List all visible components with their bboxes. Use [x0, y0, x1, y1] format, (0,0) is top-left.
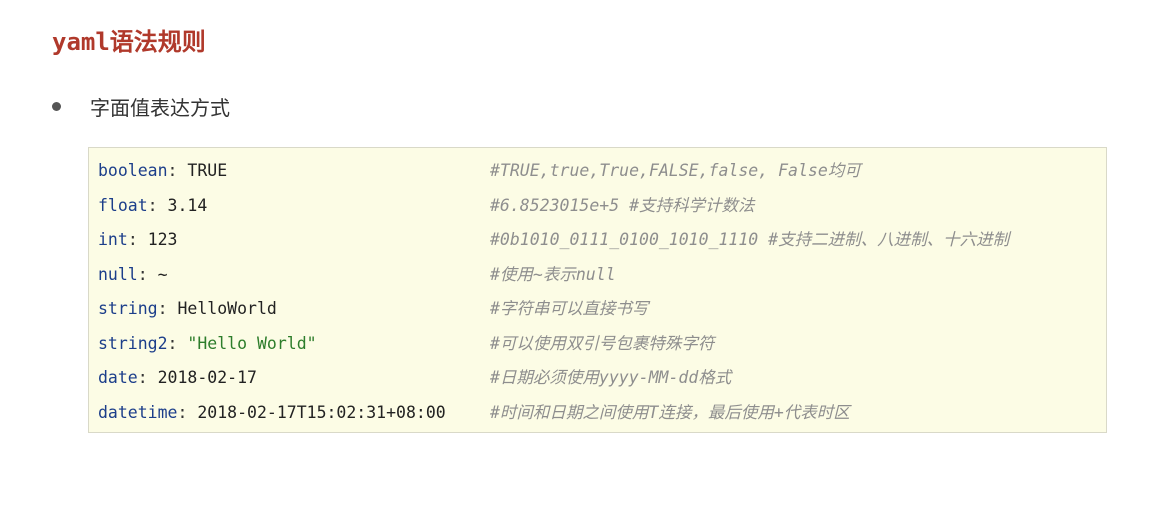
code-key: int	[98, 230, 128, 249]
code-line-null: null: ~	[98, 263, 168, 287]
code-colon: :	[157, 299, 178, 318]
code-key: date	[98, 368, 138, 387]
code-key: string2	[98, 333, 168, 353]
code-key: datetime	[98, 402, 178, 422]
code-string-value: "Hello World"	[187, 333, 317, 353]
code-line-date: date: 2018-02-17	[98, 366, 257, 390]
code-comment: #TRUE,true,True,FALSE,false, False均可	[490, 161, 861, 180]
code-colon: :	[167, 161, 188, 180]
code-value: 2018-02-17T15:02:31+08:00	[197, 402, 446, 422]
code-colon: :	[167, 333, 188, 353]
code-value: ~	[157, 264, 168, 284]
code-value: 3.14	[167, 195, 208, 215]
code-comment: #日期必须使用yyyy-MM-dd格式	[490, 368, 732, 387]
code-colon: :	[177, 402, 198, 422]
page-title: yaml语法规则	[52, 28, 206, 56]
code-comment: #可以使用双引号包裹特殊字符	[490, 333, 715, 353]
code-line-boolean: boolean: TRUE	[98, 159, 227, 183]
code-key: float	[98, 195, 148, 215]
code-key: string	[98, 299, 158, 318]
code-value: 2018-02-17	[157, 368, 257, 387]
code-colon: :	[137, 264, 158, 284]
code-key: boolean	[98, 161, 168, 180]
code-line-datetime: datetime: 2018-02-17T15:02:31+08:00	[98, 401, 446, 425]
code-colon: :	[127, 230, 148, 249]
bullet-item: 字面值表达方式	[52, 92, 230, 121]
code-comment: #时间和日期之间使用T连接，最后使用+代表时区	[490, 402, 850, 422]
code-value: 123	[147, 230, 178, 249]
code-value: HelloWorld	[177, 299, 277, 318]
code-value: TRUE	[187, 161, 228, 180]
code-colon: :	[147, 195, 168, 215]
code-key: null	[98, 264, 138, 284]
code-line-string: string: HelloWorld	[98, 297, 277, 321]
code-comment: #6.8523015e+5 #支持科学计数法	[490, 195, 755, 215]
bullet-dot-icon	[52, 102, 61, 111]
code-block: boolean: TRUE #TRUE,true,True,FALSE,fals…	[88, 147, 1107, 433]
code-line-int: int: 123	[98, 228, 178, 252]
code-line-string2: string2: "Hello World"	[98, 332, 317, 356]
code-comment: #使用~表示null	[490, 264, 616, 284]
code-line-float: float: 3.14	[98, 194, 207, 218]
code-comment: #0b1010_0111_0100_1010_1110 #支持二进制、八进制、十…	[490, 230, 1010, 249]
code-colon: :	[137, 368, 158, 387]
bullet-text: 字面值表达方式	[90, 96, 230, 120]
code-comment: #字符串可以直接书写	[490, 299, 649, 318]
